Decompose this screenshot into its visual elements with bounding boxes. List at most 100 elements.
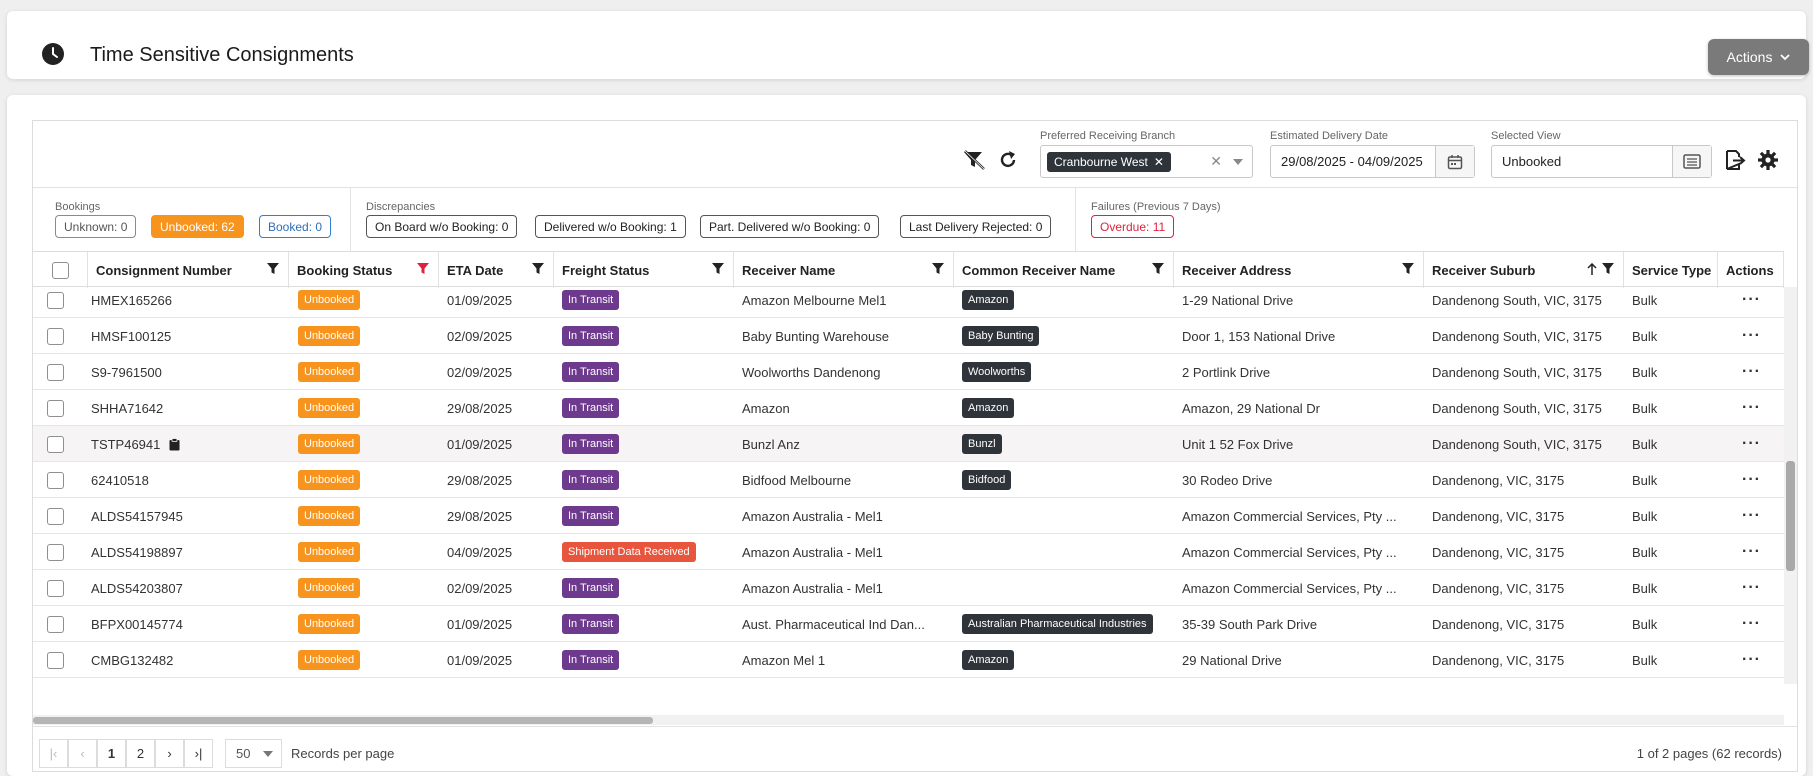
divider [1075, 188, 1076, 252]
table-row[interactable]: CMBG132482 Unbooked 01/09/2025 In Transi… [33, 642, 1784, 678]
chip-remove-icon[interactable]: ✕ [1154, 155, 1164, 169]
consignment-number[interactable]: S9-7961500 [91, 354, 162, 390]
page-2-button[interactable]: 2 [126, 739, 155, 768]
table-row[interactable]: HMEX165266 Unbooked 01/09/2025 In Transi… [33, 287, 1784, 318]
col-receiver-address[interactable]: Receiver Address [1174, 252, 1424, 288]
filter-icon[interactable] [1152, 263, 1164, 278]
more-actions-icon[interactable]: ··· [1742, 652, 1761, 668]
col-common-receiver-name[interactable]: Common Receiver Name [954, 252, 1174, 288]
row-checkbox[interactable] [47, 543, 64, 561]
page-1-button[interactable]: 1 [97, 739, 126, 768]
filter-icon[interactable] [267, 263, 279, 278]
pill-on-board[interactable]: On Board w/o Booking: 0 [366, 215, 518, 238]
first-page-icon[interactable]: |‹ [39, 739, 68, 768]
consignment-number[interactable]: SHHA71642 [91, 390, 163, 426]
table-row[interactable]: ALDS54157945 Unbooked 29/08/2025 In Tran… [33, 498, 1784, 534]
pill-overdue[interactable]: Overdue: 11 [1091, 215, 1175, 238]
filter-active-icon[interactable] [417, 263, 429, 278]
consignment-number-cell[interactable]: TSTP46941 [91, 426, 180, 462]
consignment-number[interactable]: BFPX00145774 [91, 606, 183, 642]
filter-icon[interactable] [1402, 263, 1414, 278]
gear-icon[interactable] [1755, 147, 1781, 173]
pill-unknown[interactable]: Unknown: 0 [55, 215, 137, 238]
actions-button[interactable]: Actions [1708, 39, 1809, 75]
branch-chip: Cranbourne West ✕ [1047, 151, 1171, 172]
col-consignment-number[interactable]: Consignment Number [88, 252, 289, 288]
table-row[interactable]: SHHA71642 Unbooked 29/08/2025 In Transit… [33, 390, 1784, 426]
vertical-scrollbar-thumb[interactable] [1786, 461, 1795, 571]
more-actions-icon[interactable]: ··· [1742, 580, 1761, 596]
table-row[interactable]: ALDS54198897 Unbooked 04/09/2025 Shipmen… [33, 534, 1784, 570]
more-actions-icon[interactable]: ··· [1742, 292, 1761, 308]
delivery-date-input[interactable]: 29/08/2025 - 04/09/2025 [1270, 145, 1475, 178]
more-actions-icon[interactable]: ··· [1742, 328, 1761, 344]
row-checkbox[interactable] [47, 615, 64, 633]
receiver-name: Baby Bunting Warehouse [742, 328, 889, 344]
col-receiver-suburb[interactable]: Receiver Suburb [1424, 252, 1624, 288]
refresh-icon[interactable] [995, 147, 1021, 173]
calendar-button[interactable] [1435, 146, 1474, 177]
table-row[interactable]: 62410518 Unbooked 29/08/2025 In Transit … [33, 462, 1784, 498]
receiver-name: Bunzl Anz [742, 436, 800, 452]
row-checkbox[interactable] [47, 363, 64, 381]
consignment-number[interactable]: ALDS54203807 [91, 570, 183, 606]
next-page-icon[interactable]: › [155, 739, 184, 768]
filter-icon[interactable] [932, 263, 944, 278]
row-checkbox[interactable] [47, 399, 64, 417]
more-actions-icon[interactable]: ··· [1742, 400, 1761, 416]
consignment-number[interactable]: CMBG132482 [91, 642, 173, 678]
pill-delivered[interactable]: Delivered w/o Booking: 1 [535, 215, 686, 238]
consignment-number[interactable]: ALDS54198897 [91, 534, 183, 570]
export-icon[interactable] [1722, 147, 1748, 173]
sort-asc-icon[interactable] [1587, 262, 1597, 279]
pill-unbooked[interactable]: Unbooked: 62 [151, 215, 244, 238]
filter-icon[interactable] [532, 263, 544, 278]
table-row[interactable]: ALDS54203807 Unbooked 02/09/2025 In Tran… [33, 570, 1784, 606]
clipboard-icon[interactable] [169, 437, 180, 451]
pill-last-rejected[interactable]: Last Delivery Rejected: 0 [900, 215, 1052, 238]
col-eta-date[interactable]: ETA Date [439, 252, 554, 288]
more-actions-icon[interactable]: ··· [1742, 616, 1761, 632]
more-actions-icon[interactable]: ··· [1742, 364, 1761, 380]
clear-filter-icon[interactable] [961, 147, 987, 173]
prev-page-icon[interactable]: ‹ [68, 739, 97, 768]
booking-status-badge: Unbooked [298, 650, 361, 670]
col-freight-status[interactable]: Freight Status [554, 252, 734, 288]
select-all-checkbox[interactable] [51, 261, 69, 279]
branch-select[interactable]: Cranbourne West ✕ ✕ [1040, 145, 1253, 178]
last-page-icon[interactable]: ›| [184, 739, 213, 768]
filter-icon[interactable] [712, 263, 724, 278]
row-checkbox[interactable] [47, 327, 64, 345]
more-actions-icon[interactable]: ··· [1742, 472, 1761, 488]
table-row[interactable]: HMSF100125 Unbooked 02/09/2025 In Transi… [33, 318, 1784, 354]
more-actions-icon[interactable]: ··· [1742, 544, 1761, 560]
col-booking-status[interactable]: Booking Status [289, 252, 439, 288]
row-checkbox[interactable] [47, 579, 64, 597]
consignment-number[interactable]: ALDS54157945 [91, 498, 183, 534]
pill-part-delivered[interactable]: Part. Delivered w/o Booking: 0 [700, 215, 880, 238]
filter-icon[interactable] [1602, 263, 1614, 278]
col-service-type[interactable]: Service Type [1624, 252, 1718, 288]
row-checkbox[interactable] [47, 435, 64, 453]
more-actions-icon[interactable]: ··· [1742, 436, 1761, 452]
col-receiver-name[interactable]: Receiver Name [734, 252, 954, 288]
more-actions-icon[interactable]: ··· [1742, 508, 1761, 524]
consignment-number[interactable]: 62410518 [91, 462, 149, 498]
consignment-number[interactable]: HMEX165266 [91, 287, 172, 318]
row-checkbox[interactable] [47, 651, 64, 669]
consignment-number[interactable]: TSTP46941 [91, 437, 160, 452]
pill-booked[interactable]: Booked: 0 [259, 215, 332, 238]
horizontal-scrollbar-thumb[interactable] [33, 717, 653, 724]
page-size-select[interactable]: 50 [225, 739, 282, 768]
selected-view-select[interactable]: Unbooked [1491, 145, 1712, 178]
receiver-name: Amazon Australia - Mel1 [742, 508, 883, 524]
table-row[interactable]: S9-7961500 Unbooked 02/09/2025 In Transi… [33, 354, 1784, 390]
view-list-button[interactable] [1672, 146, 1711, 177]
table-row[interactable]: BFPX00145774 Unbooked 01/09/2025 In Tran… [33, 606, 1784, 642]
consignment-number[interactable]: HMSF100125 [91, 318, 171, 354]
clear-icon[interactable]: ✕ [1210, 153, 1222, 170]
row-checkbox[interactable] [47, 507, 64, 525]
row-checkbox[interactable] [47, 291, 64, 309]
row-checkbox[interactable] [47, 471, 64, 489]
table-row[interactable]: TSTP46941 Unbooked 01/09/2025 In Transit… [33, 426, 1784, 462]
